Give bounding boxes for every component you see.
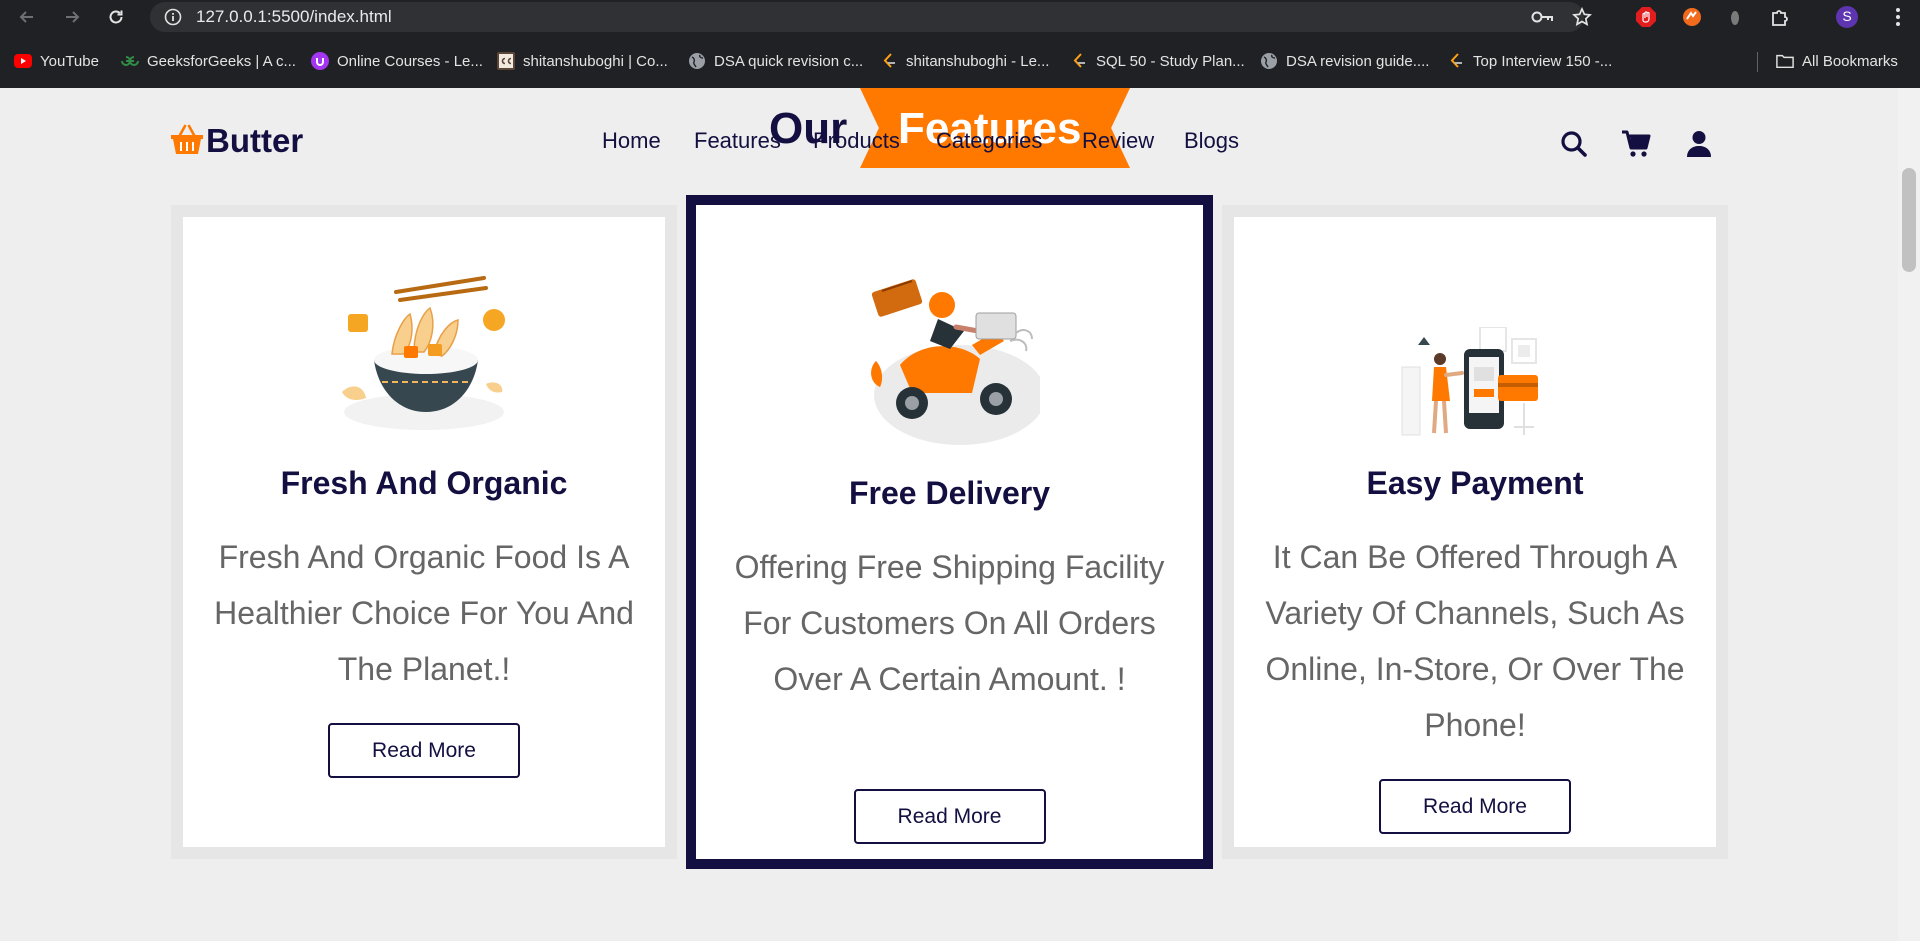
leetcode-icon bbox=[1070, 52, 1088, 70]
logo-text: Butter bbox=[206, 122, 304, 159]
web-page: Butter Our Features Home Features Produc… bbox=[0, 88, 1920, 941]
bookmark-geeksforgeeks[interactable]: GeeksforGeeks | A c... bbox=[121, 50, 296, 72]
nav-review[interactable]: Review bbox=[1082, 128, 1154, 154]
bookmark-codechef[interactable]: shitanshuboghi | Co... bbox=[497, 50, 668, 72]
nav-products[interactable]: Products bbox=[813, 128, 900, 154]
globe-icon bbox=[688, 52, 706, 70]
feature-title: Free Delivery bbox=[848, 475, 1050, 511]
feature-title: Fresh And Organic bbox=[280, 465, 568, 501]
feature-description: It Can Be Offered Through A Variety Of C… bbox=[1265, 539, 1685, 743]
search-icon[interactable] bbox=[1558, 128, 1590, 160]
bookmark-dsa-revision-guide[interactable]: DSA revision guide.... bbox=[1260, 50, 1429, 72]
bookmark-label: GeeksforGeeks | A c... bbox=[147, 52, 296, 70]
back-icon[interactable] bbox=[14, 4, 40, 30]
gfg-icon bbox=[121, 52, 139, 70]
bookmark-label: DSA quick revision c... bbox=[714, 52, 864, 70]
mobile-payment-illustration bbox=[1375, 287, 1575, 477]
bookmark-label: YouTube bbox=[40, 52, 99, 70]
site-info-icon[interactable] bbox=[164, 8, 182, 30]
udemy-icon bbox=[311, 52, 329, 70]
user-icon[interactable] bbox=[1683, 128, 1715, 160]
folder-icon bbox=[1776, 52, 1794, 70]
nav-blogs[interactable]: Blogs bbox=[1184, 128, 1239, 154]
address-bar[interactable]: 127.0.0.1:5500/index.html bbox=[150, 2, 1592, 32]
bookmark-youtube[interactable]: YouTube bbox=[14, 50, 99, 72]
browser-toolbar: 127.0.0.1:5500/index.html S bbox=[0, 0, 1920, 34]
scrollbar-thumb[interactable] bbox=[1902, 168, 1916, 272]
reload-icon[interactable] bbox=[103, 4, 129, 30]
gray-extension-icon[interactable] bbox=[1723, 5, 1747, 29]
profile-avatar[interactable]: S bbox=[1835, 5, 1859, 29]
bookmarks-divider bbox=[1757, 52, 1758, 72]
bookmark-label: Online Courses - Le... bbox=[337, 52, 483, 70]
orange-extension-icon[interactable] bbox=[1680, 5, 1704, 29]
feature-description: Offering Free Shipping Facility For Cust… bbox=[734, 549, 1165, 697]
bookmark-leetcode-profile[interactable]: shitanshuboghi - Le... bbox=[880, 50, 1049, 72]
basket-icon bbox=[170, 123, 204, 159]
feature-description: Fresh And Organic Food Is A Healthier Ch… bbox=[214, 539, 634, 687]
bookmarks-bar: YouTube GeeksforGeeks | A c... Online Co… bbox=[0, 34, 1920, 88]
bookmark-label: Top Interview 150 -... bbox=[1473, 52, 1613, 70]
profile-initial: S bbox=[1842, 8, 1852, 24]
all-bookmarks-button[interactable]: All Bookmarks bbox=[1776, 50, 1898, 72]
globe-icon bbox=[1260, 52, 1278, 70]
adblock-extension-icon[interactable] bbox=[1634, 5, 1658, 29]
bookmark-label: SQL 50 - Study Plan... bbox=[1096, 52, 1245, 70]
page-scrollbar[interactable] bbox=[1898, 88, 1920, 941]
nav-categories[interactable]: Categories bbox=[936, 128, 1042, 154]
bookmark-dsa-quick-revision[interactable]: DSA quick revision c... bbox=[688, 50, 863, 72]
forward-icon[interactable] bbox=[59, 4, 85, 30]
leetcode-icon bbox=[880, 52, 898, 70]
codechef-icon bbox=[497, 52, 515, 70]
delivery-scooter-illustration bbox=[850, 265, 1050, 455]
cart-icon[interactable] bbox=[1620, 128, 1652, 160]
bookmark-label: shitanshuboghi | Co... bbox=[523, 52, 668, 70]
bookmark-label: shitanshuboghi - Le... bbox=[906, 52, 1050, 70]
read-more-button[interactable]: Read More bbox=[1379, 779, 1571, 834]
read-more-button[interactable]: Read More bbox=[328, 723, 520, 778]
url-text[interactable]: 127.0.0.1:5500/index.html bbox=[196, 7, 392, 27]
bookmark-sql-50[interactable]: SQL 50 - Study Plan... bbox=[1070, 50, 1245, 72]
bookmark-online-courses[interactable]: Online Courses - Le... bbox=[311, 50, 483, 72]
feature-card-easy-payment: Easy Payment It Can Be Offered Through A… bbox=[1222, 205, 1728, 859]
leetcode-icon bbox=[1447, 52, 1465, 70]
feature-card-fresh-organic: Fresh And Organic Fresh And Organic Food… bbox=[171, 205, 677, 859]
bookmark-star-icon[interactable] bbox=[1570, 5, 1594, 29]
browser-menu-icon[interactable] bbox=[1886, 5, 1910, 29]
read-more-button[interactable]: Read More bbox=[853, 789, 1046, 844]
food-bowl-illustration bbox=[324, 257, 524, 447]
bookmark-top-interview-150[interactable]: Top Interview 150 -... bbox=[1447, 50, 1612, 72]
password-key-icon[interactable] bbox=[1530, 5, 1554, 29]
feature-card-free-delivery: Free Delivery Offering Free Shipping Fac… bbox=[686, 195, 1213, 869]
feature-title: Easy Payment bbox=[1366, 465, 1584, 501]
extensions-puzzle-icon[interactable] bbox=[1769, 5, 1793, 29]
nav-features[interactable]: Features bbox=[694, 128, 781, 154]
all-bookmarks-label: All Bookmarks bbox=[1802, 52, 1898, 70]
logo[interactable]: Butter bbox=[170, 122, 303, 160]
bookmark-label: DSA revision guide.... bbox=[1286, 52, 1430, 70]
nav-home[interactable]: Home bbox=[602, 128, 661, 154]
youtube-icon bbox=[14, 52, 32, 70]
